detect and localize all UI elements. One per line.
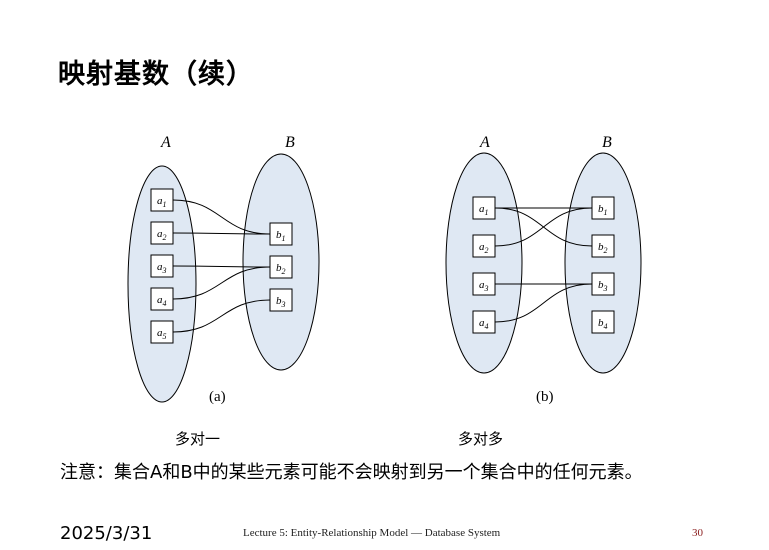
a-element-b3: b3 (269, 288, 293, 312)
a-element-b1: b1 (269, 222, 293, 246)
b-element-a2: a2 (472, 234, 496, 258)
diagram-a: A B a1 a2 a3 a4 a5 b1 b2 b3 (a) (127, 134, 320, 405)
diagram-b-set-b-ellipse (564, 152, 642, 374)
diagram-a-caption: 多对一 (175, 430, 221, 448)
a-element-a1: a1 (150, 188, 174, 212)
diagram-b-set-a-label: A (479, 134, 490, 151)
page-number: 30 (692, 527, 703, 539)
a-element-b2: b2 (269, 255, 293, 279)
diagram-a-set-b-elements: b1 b2 b3 (269, 222, 293, 312)
a-element-a2: a2 (150, 221, 174, 245)
diagram-a-set-b-label: B (285, 134, 295, 151)
b-element-a4: a4 (472, 310, 496, 334)
diagram-b-set-a-ellipse (445, 152, 523, 374)
a-element-a5: a5 (150, 320, 174, 344)
diagram-b-set-b-label: B (602, 134, 612, 151)
b-element-b1: b1 (591, 196, 615, 220)
diagram-b-caption: 多对多 (458, 430, 504, 448)
slide-date: 2025/3/31 (60, 523, 153, 544)
b-element-b2: b2 (591, 234, 615, 258)
diagram-a-set-a-label: A (160, 134, 171, 151)
diagram-b: A B a1 a2 a3 a4 b1 b2 b3 b4 (b) (445, 134, 642, 405)
a-element-a4: a4 (150, 287, 174, 311)
b-element-a1: a1 (472, 196, 496, 220)
a-element-a3: a3 (150, 254, 174, 278)
b-element-a3: a3 (472, 272, 496, 296)
b-element-b4: b4 (591, 310, 615, 334)
slide-footer: Lecture 5: Entity-Relationship Model — D… (243, 527, 501, 539)
cardinality-figure: A B a1 a2 a3 a4 a5 b1 b2 b3 (a) A B a1 a2 a3 a4 b… (127, 134, 642, 405)
b-element-b3: b3 (591, 272, 615, 296)
note-text: 注意：集合A和B中的某些元素可能不会映射到另一个集合中的任何元素。 (60, 462, 643, 483)
slide-title: 映射基数（续） (58, 59, 254, 90)
diagram-a-panel-label: (a) (209, 389, 226, 405)
diagram-b-panel-label: (b) (536, 389, 554, 405)
